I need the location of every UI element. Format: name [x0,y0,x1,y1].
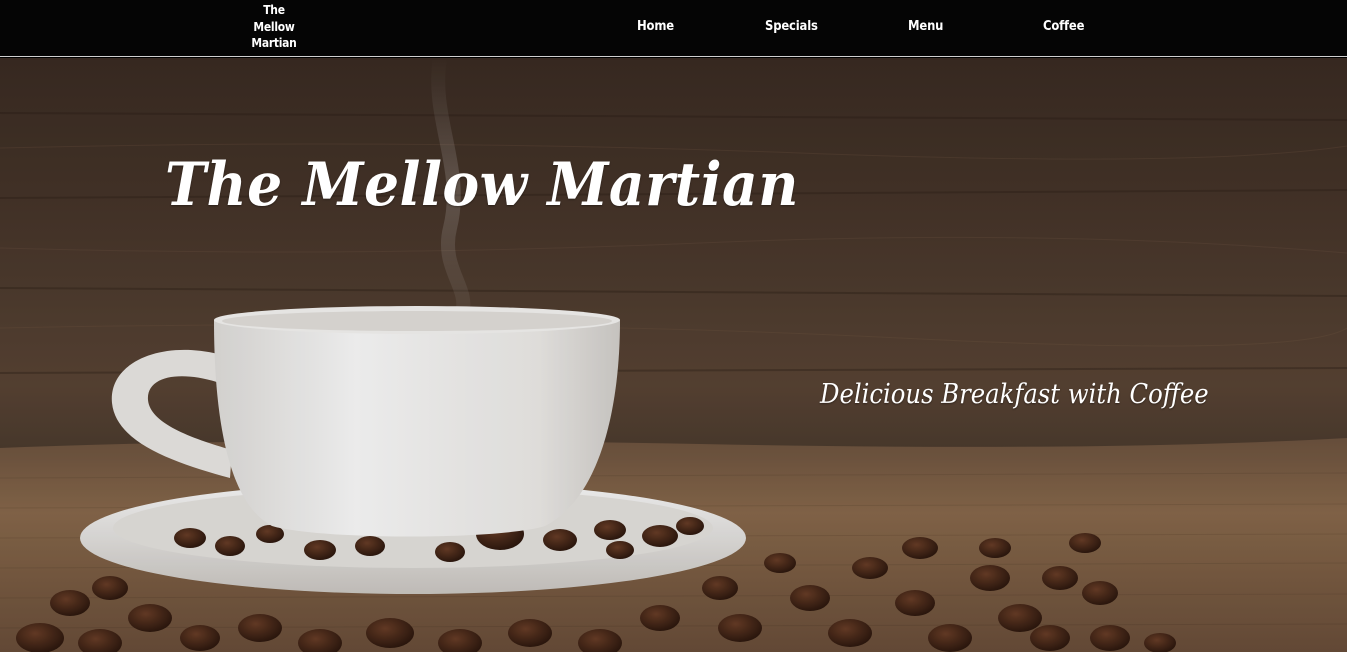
nav-link-specials[interactable]: Specials [765,18,818,34]
top-navbar: The Mellow Martian Home Specials Menu Co… [0,0,1347,57]
brand-line-1: The [263,2,285,17]
hero-title: The Mellow Martian [165,150,799,220]
hero-background-image [0,58,1347,652]
hero-section: The Mellow Martian Delicious Breakfast w… [0,58,1347,652]
nav-link-coffee[interactable]: Coffee [1043,18,1084,34]
brand-logo-link[interactable]: The Mellow Martian [243,2,305,52]
brand-line-2: Mellow [253,18,295,34]
hero-tagline: Delicious Breakfast with Coffee [820,379,1209,410]
brand-line-3: Martian [251,35,297,50]
nav-link-menu[interactable]: Menu [908,18,943,34]
nav-link-home[interactable]: Home [637,18,674,34]
